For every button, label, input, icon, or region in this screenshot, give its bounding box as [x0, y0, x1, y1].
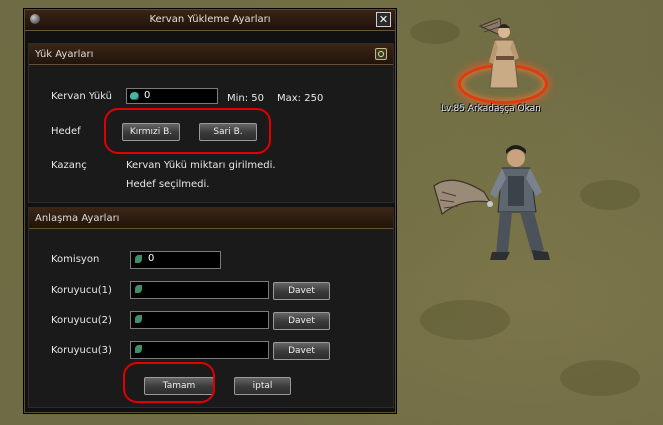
- leaf-icon: [135, 285, 142, 293]
- ground-patch: [560, 360, 640, 396]
- caravan-load-settings-dialog: Kervan Yükleme Ayarları ✕ Yük Ayarları K…: [24, 9, 396, 413]
- leaf-icon: [135, 345, 142, 353]
- guard-1-label: Koruyucu(1): [51, 285, 112, 296]
- npc-character[interactable]: [478, 18, 524, 94]
- npc-name-label: Lv.85 Arkadaşça Okan: [441, 104, 541, 114]
- earnings-label: Kazanç: [51, 160, 87, 171]
- close-button[interactable]: ✕: [376, 12, 391, 27]
- commission-label: Komisyon: [51, 254, 100, 265]
- guard-2-label: Koruyucu(2): [51, 315, 112, 326]
- target-buttons-annotation: [104, 108, 271, 154]
- min-load-text: Min: 50: [227, 93, 265, 104]
- earnings-message-load: Kervan Yükü miktarı girilmedi.: [126, 160, 276, 171]
- guard-2-input[interactable]: [130, 311, 269, 329]
- target-label: Hedef: [51, 126, 81, 137]
- max-load-text: Max: 250: [277, 93, 324, 104]
- caravan-load-input[interactable]: 0: [126, 88, 218, 104]
- earnings-message-target: Hedef seçilmedi.: [126, 179, 210, 190]
- guard-3-label: Koruyucu(3): [51, 345, 112, 356]
- deal-settings-header: Anlaşma Ayarları: [29, 208, 393, 229]
- settings-icon[interactable]: [375, 48, 387, 60]
- guard-2-invite-button[interactable]: Davet: [273, 312, 330, 330]
- player-character[interactable]: [432, 142, 562, 284]
- caravan-load-value: 0: [144, 90, 151, 101]
- ok-button-annotation: [123, 362, 215, 403]
- ground-patch: [420, 300, 510, 340]
- leaf-icon: [135, 255, 142, 263]
- ground-patch: [580, 180, 640, 210]
- commission-input[interactable]: 0: [130, 251, 221, 269]
- dialog-titlebar[interactable]: Kervan Yükleme Ayarları ✕: [25, 10, 395, 31]
- guard-1-input[interactable]: [130, 281, 269, 299]
- guard-3-invite-button[interactable]: Davet: [273, 342, 330, 360]
- deal-settings-heading: Anlaşma Ayarları: [35, 213, 120, 224]
- gem-icon: [130, 92, 139, 100]
- cancel-button[interactable]: iptal: [234, 377, 291, 395]
- guard-3-input[interactable]: [130, 341, 269, 359]
- dialog-title: Kervan Yükleme Ayarları: [149, 14, 271, 25]
- load-settings-header: Yük Ayarları: [29, 44, 393, 65]
- leaf-icon: [135, 315, 142, 323]
- ground-patch: [410, 20, 460, 44]
- caravan-load-label: Kervan Yükü: [51, 91, 113, 102]
- load-settings-heading: Yük Ayarları: [35, 49, 94, 60]
- guard-1-invite-button[interactable]: Davet: [273, 282, 330, 300]
- commission-value: 0: [148, 253, 155, 264]
